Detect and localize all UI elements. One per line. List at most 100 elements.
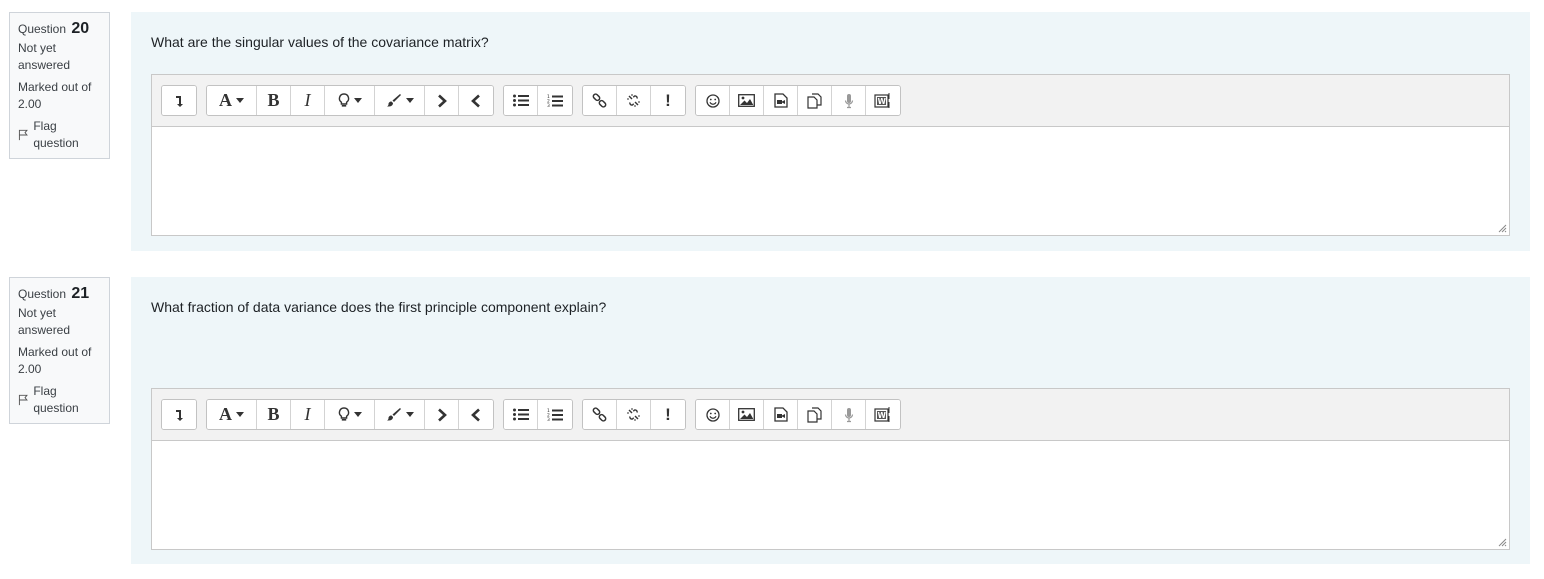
indent-button[interactable] xyxy=(425,86,459,115)
numbered-list-icon: 123 xyxy=(547,94,563,108)
bold-button[interactable]: B xyxy=(257,86,291,115)
resize-grip-icon[interactable] xyxy=(1498,224,1507,233)
question-label: Question xyxy=(18,287,67,301)
text-color-button[interactable] xyxy=(375,400,425,429)
link-button[interactable] xyxy=(583,400,617,429)
paste-word-icon: W xyxy=(874,93,890,108)
unlink-icon xyxy=(627,94,640,107)
editor-toolbar: A B I 1 2 3 ! W xyxy=(152,75,1509,127)
record-audio-icon xyxy=(844,407,853,422)
font-size-icon: A xyxy=(219,90,232,110)
paste-word-icon: W xyxy=(874,407,890,422)
bullet-list-icon xyxy=(512,94,529,107)
outdent-icon xyxy=(471,408,480,421)
exclamation-icon: ! xyxy=(665,90,671,110)
link-button[interactable] xyxy=(583,86,617,115)
image-button[interactable] xyxy=(730,86,764,115)
question-label: Question xyxy=(18,22,67,36)
font-size-icon: A xyxy=(219,404,232,424)
flag-question-link[interactable]: Flag question xyxy=(18,383,101,417)
bold-icon: B xyxy=(267,404,280,424)
manage-files-icon xyxy=(806,92,822,109)
media-button[interactable] xyxy=(764,400,798,429)
emoji-button[interactable] xyxy=(696,86,730,115)
link-icon xyxy=(592,407,607,422)
flag-icon xyxy=(18,129,28,141)
toolbar-toggle-button[interactable] xyxy=(162,400,196,429)
lightbulb-icon xyxy=(338,93,349,107)
flag-question-link[interactable]: Flag question xyxy=(18,118,101,152)
emoji-button[interactable] xyxy=(696,400,730,429)
chevron-down-icon xyxy=(236,412,244,417)
media-icon xyxy=(773,93,788,108)
answer-textarea[interactable] xyxy=(152,127,1509,235)
manage-files-button[interactable] xyxy=(798,86,832,115)
resize-grip-icon[interactable] xyxy=(1498,538,1507,547)
toolbar-group-lists: 123 xyxy=(503,399,573,430)
flag-icon xyxy=(18,394,28,406)
svg-text:3: 3 xyxy=(547,103,550,108)
question-grade: Marked out of 2.00 xyxy=(18,80,92,111)
numbered-list-button[interactable]: 123 xyxy=(538,400,572,429)
question-info: Question 21 Not yet answered Marked out … xyxy=(9,277,110,424)
image-button[interactable] xyxy=(730,400,764,429)
toolbar-group-links: ! xyxy=(582,399,686,430)
toolbar-toggle-icon xyxy=(176,409,183,421)
numbered-list-button[interactable]: 123 xyxy=(538,86,572,115)
paste-word-button[interactable]: W xyxy=(866,400,900,429)
svg-text:W: W xyxy=(878,411,887,420)
highlight-button[interactable] xyxy=(325,400,375,429)
paste-word-button[interactable]: W xyxy=(866,86,900,115)
toolbar-group-style: A B I xyxy=(206,399,494,430)
bold-button[interactable]: B xyxy=(257,400,291,429)
record-audio-icon xyxy=(844,93,853,108)
chevron-down-icon xyxy=(353,98,362,103)
font-size-button[interactable]: A xyxy=(207,400,257,429)
outdent-button[interactable] xyxy=(459,400,493,429)
question-state: Not yet answered xyxy=(18,306,71,337)
unlink-icon xyxy=(627,408,640,421)
manage-files-button[interactable] xyxy=(798,400,832,429)
chevron-down-icon xyxy=(405,98,414,103)
text-color-button[interactable] xyxy=(375,86,425,115)
unlink-button[interactable] xyxy=(617,400,651,429)
outdent-button[interactable] xyxy=(459,86,493,115)
brush-icon xyxy=(386,407,401,420)
italic-button[interactable]: I xyxy=(291,86,325,115)
record-audio-button[interactable] xyxy=(832,86,866,115)
indent-button[interactable] xyxy=(425,400,459,429)
question-content: What fraction of data variance does the … xyxy=(131,277,1530,564)
toolbar-toggle-button[interactable] xyxy=(162,86,196,115)
answer-textarea[interactable] xyxy=(152,441,1509,549)
bullet-list-button[interactable] xyxy=(504,400,538,429)
italic-button[interactable]: I xyxy=(291,400,325,429)
flag-question-label: Flag question xyxy=(33,119,79,150)
alert-button[interactable]: ! xyxy=(651,86,685,115)
alert-button[interactable]: ! xyxy=(651,400,685,429)
toolbar-group-collapse xyxy=(161,85,197,116)
emoji-icon xyxy=(705,407,720,422)
record-audio-button[interactable] xyxy=(832,400,866,429)
question-grade: Marked out of 2.00 xyxy=(18,345,92,376)
exclamation-icon: ! xyxy=(665,404,671,424)
question-text: What are the singular values of the cova… xyxy=(151,34,489,50)
question-21: Question 21 Not yet answered Marked out … xyxy=(0,277,1544,564)
answer-editor: A B I 1 2 3 ! W xyxy=(151,388,1510,550)
image-icon xyxy=(738,408,755,421)
indent-icon xyxy=(437,94,447,107)
bullet-list-button[interactable] xyxy=(504,86,538,115)
question-state: Not yet answered xyxy=(18,41,71,72)
unlink-button[interactable] xyxy=(617,86,651,115)
emoji-icon xyxy=(705,93,720,108)
outdent-icon xyxy=(471,94,480,107)
question-20: Question 20 Not yet answered Marked out … xyxy=(0,12,1544,251)
highlight-button[interactable] xyxy=(325,86,375,115)
italic-icon: I xyxy=(304,404,311,424)
flag-question-label: Flag question xyxy=(33,384,79,415)
question-number-line: Question 21 xyxy=(18,285,101,303)
font-size-button[interactable]: A xyxy=(207,86,257,115)
numbered-list-icon: 123 xyxy=(547,408,563,422)
question-number: 20 xyxy=(71,20,90,37)
media-button[interactable] xyxy=(764,86,798,115)
question-number-line: Question 20 xyxy=(18,20,101,38)
